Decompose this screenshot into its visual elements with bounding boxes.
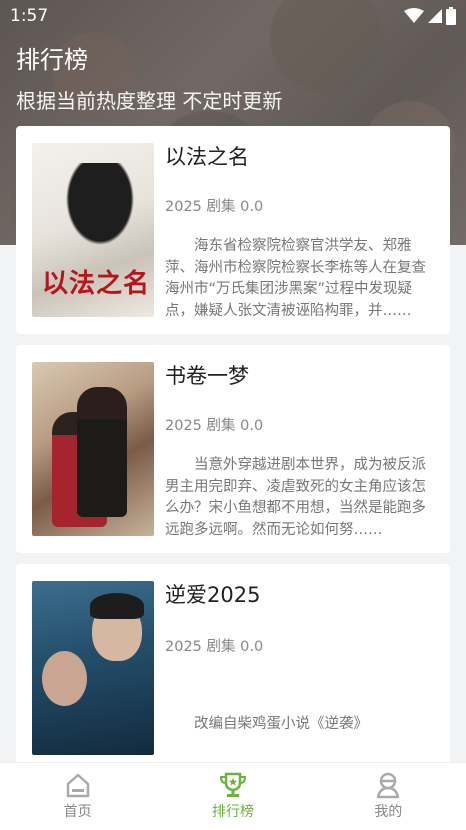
tab-profile[interactable]: 我的	[311, 763, 466, 830]
status-time: 1:57	[10, 6, 49, 26]
ranking-list: 以法之名 以法之名 2025 剧集 0.0 海东省检察院检察官洪学友、郑雅萍、海…	[16, 126, 450, 772]
user-icon	[377, 772, 400, 799]
tab-ranking-label: 排行榜	[211, 804, 254, 820]
item-title: 书卷一梦	[165, 364, 249, 388]
page-subtitle: 根据当前热度整理 不定时更新	[16, 89, 283, 113]
battery-icon	[446, 7, 456, 25]
cellular-signal-icon	[428, 9, 442, 23]
status-icons	[404, 7, 456, 25]
item-description: 改编自柴鸡蛋小说《逆袭》	[194, 716, 368, 732]
tab-home-label: 首页	[63, 804, 92, 820]
item-description: 当意外穿越进剧本世界，成为被反派男主用完即弃、凌虐致死的女主角应该怎么办？宋小鱼…	[165, 457, 426, 536]
trophy-icon	[219, 772, 246, 797]
item-meta: 2025 剧集 0.0	[165, 418, 264, 435]
home-icon	[66, 773, 89, 798]
item-meta: 2025 剧集 0.0	[165, 199, 264, 216]
wifi-icon	[404, 8, 424, 23]
list-item[interactable]: 以法之名 以法之名 2025 剧集 0.0 海东省检察院检察官洪学友、郑雅萍、海…	[16, 126, 450, 334]
list-item[interactable]: 书卷一梦 2025 剧集 0.0 当意外穿越进剧本世界，成为被反派男主用完即弃、…	[16, 345, 450, 553]
tab-home[interactable]: 首页	[0, 763, 155, 830]
tab-ranking[interactable]: 排行榜	[155, 763, 310, 830]
list-item[interactable]: 逆爱2025 2025 剧集 0.0 改编自柴鸡蛋小说《逆袭》	[16, 564, 450, 772]
item-title: 以法之名	[165, 145, 249, 169]
tab-profile-label: 我的	[374, 804, 403, 820]
poster-image	[32, 362, 154, 536]
item-description: 海东省检察院检察官洪学友、郑雅萍、海州市检察院检察长李栋等人在复查海州市“万氏集…	[165, 238, 426, 317]
item-meta: 2025 剧集 0.0	[165, 639, 264, 655]
poster-image: 以法之名	[32, 143, 154, 317]
bottom-tab-bar: 首页 排行榜 我的	[0, 762, 466, 830]
poster-image	[32, 581, 154, 755]
status-bar: 1:57	[0, 0, 466, 32]
item-title: 逆爱2025	[165, 583, 261, 607]
page-title: 排行榜	[16, 46, 88, 74]
